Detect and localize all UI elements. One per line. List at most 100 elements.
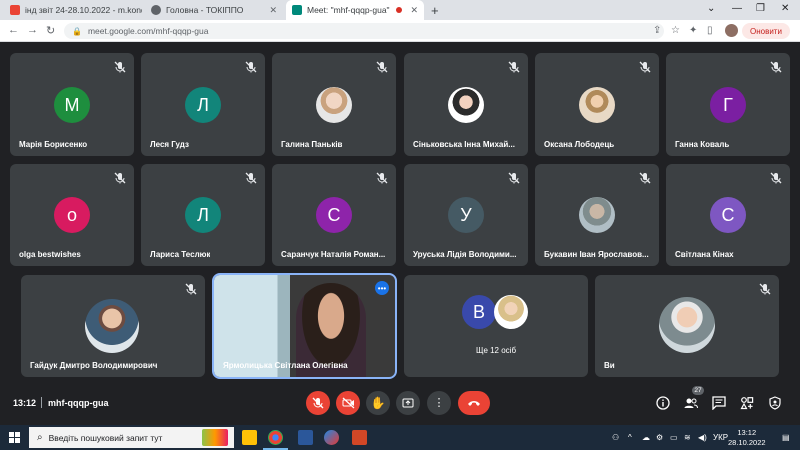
participant-tile[interactable]: Галина Паньків <box>272 53 396 156</box>
app-icon[interactable] <box>324 430 339 445</box>
participant-name: Саранчук Наталія Роман... <box>281 250 386 259</box>
participant-tile[interactable]: Сіньковська Інна Михай... <box>404 53 528 156</box>
mic-off-icon <box>508 61 520 73</box>
taskbar-search-input[interactable]: ⌕ Введіть пошуковий запит тут <box>29 427 234 448</box>
mic-toggle-button[interactable] <box>306 391 330 415</box>
battery-icon[interactable]: ▭ <box>670 433 678 442</box>
tab-tokippo[interactable]: Головна - ТОКІППО ✕ <box>145 0 283 20</box>
mic-off-icon <box>312 397 324 409</box>
windows-start-icon[interactable] <box>9 432 20 443</box>
volume-icon[interactable]: ◀) <box>698 433 707 442</box>
self-tile[interactable]: Ви <box>595 275 779 377</box>
share-icon[interactable]: ⇪ <box>653 25 661 36</box>
file-explorer-icon[interactable] <box>242 430 257 445</box>
close-window-icon[interactable]: ✕ <box>781 3 789 14</box>
participant-name: Ярмолицька Світлана Олегівна <box>223 361 348 370</box>
word-icon[interactable] <box>298 430 313 445</box>
search-icon: ⌕ <box>37 432 43 443</box>
meet-grid: М Марія Борисенко Л Леся Гудз Галина Пан… <box>0 42 800 425</box>
chat-icon[interactable] <box>712 396 726 410</box>
tab-search-icon[interactable]: ⌄ <box>707 3 715 14</box>
participant-tile-speaking[interactable]: ••• Ярмолицька Світлана Олегівна <box>212 273 397 379</box>
minimize-icon[interactable]: — <box>732 3 742 14</box>
tab-meet[interactable]: Meet: "mhf-qqqp-gua" ✕ <box>286 0 424 20</box>
wifi-icon[interactable]: ≋ <box>684 433 691 442</box>
participant-tile[interactable]: У Уруська Лідія Володими... <box>404 164 528 266</box>
avatar[interactable] <box>725 24 738 37</box>
host-controls-icon[interactable] <box>768 396 782 410</box>
mic-off-icon <box>245 172 257 184</box>
participant-tile[interactable]: М Марія Борисенко <box>10 53 134 156</box>
more-options-icon[interactable]: ••• <box>375 281 389 295</box>
participant-tile-overflow[interactable]: В Ще 12 осіб <box>404 275 588 377</box>
participant-tile[interactable]: Л Леся Гудз <box>141 53 265 156</box>
participant-name: Марія Борисенко <box>19 140 88 149</box>
participant-tile[interactable]: o olga bestwishes <box>10 164 134 266</box>
meet-control-bar: 13:12 mhf-qqqp-gua ✋ ⋮ <box>0 388 800 418</box>
participant-name: Уруська Лідія Володими... <box>413 250 517 259</box>
participant-tile[interactable]: Букавин Іван Ярославов... <box>535 164 659 266</box>
update-button[interactable]: Оновити <box>742 23 790 39</box>
participant-tile[interactable]: С Світлана Кінах <box>666 164 790 266</box>
globe-icon <box>151 5 161 15</box>
network-icon[interactable]: ☁ <box>642 433 650 442</box>
recording-icon <box>395 7 402 13</box>
side-panel-icon[interactable]: ▯ <box>707 25 713 36</box>
clock-time: 13:12 <box>737 428 757 437</box>
info-icon[interactable] <box>656 396 670 410</box>
new-tab-button[interactable]: + <box>431 3 439 18</box>
reload-icon[interactable]: ↻ <box>46 24 55 37</box>
forward-icon[interactable]: → <box>27 24 38 36</box>
close-icon[interactable]: ✕ <box>404 5 418 16</box>
settings-tray-icon[interactable]: ⚙ <box>656 433 663 442</box>
present-screen-button[interactable] <box>396 391 420 415</box>
language-indicator[interactable]: УКР <box>713 433 728 442</box>
tab-title: Meet: "mhf-qqqp-gua" <box>307 5 390 15</box>
chevron-up-icon[interactable]: ^ <box>628 433 632 442</box>
participant-name: olga bestwishes <box>19 250 81 259</box>
avatar: o <box>54 197 90 233</box>
raise-hand-button[interactable]: ✋ <box>366 391 390 415</box>
participant-tile[interactable]: Г Ганна Коваль <box>666 53 790 156</box>
url-text: meet.google.com/mhf-qqqp-gua <box>87 26 209 36</box>
participant-tile[interactable]: Л Лариса Теслюк <box>141 164 265 266</box>
participant-name: Ганна Коваль <box>675 140 730 149</box>
participant-tile[interactable]: Оксана Лободець <box>535 53 659 156</box>
participant-name: Світлана Кінах <box>675 250 734 259</box>
mic-off-icon <box>185 283 197 295</box>
leave-call-button[interactable] <box>458 391 490 415</box>
hand-icon: ✋ <box>370 396 386 410</box>
more-options-button[interactable]: ⋮ <box>427 391 451 415</box>
notifications-icon[interactable]: ▤ <box>782 433 790 442</box>
windows-taskbar: ⌕ Введіть пошуковий запит тут ⚇ ^ ☁ ⚙ ▭ … <box>0 425 800 450</box>
participant-tile[interactable]: Гайдук Дмитро Володимирович <box>21 275 205 377</box>
avatar: Л <box>185 197 221 233</box>
people-tray-icon[interactable]: ⚇ <box>612 433 619 442</box>
avatar: Л <box>185 87 221 123</box>
mic-off-icon <box>508 172 520 184</box>
restore-icon[interactable]: ❐ <box>756 3 765 14</box>
system-clock[interactable]: 13:12 28.10.2022 <box>728 428 766 448</box>
chrome-icon[interactable] <box>268 430 283 445</box>
mic-off-icon <box>759 283 771 295</box>
back-icon[interactable]: ← <box>8 24 19 36</box>
people-icon[interactable] <box>684 396 698 410</box>
mic-off-icon <box>770 172 782 184</box>
bookmark-star-icon[interactable]: ☆ <box>671 25 680 36</box>
mic-off-icon <box>376 172 388 184</box>
participant-tile[interactable]: С Саранчук Наталія Роман... <box>272 164 396 266</box>
camera-toggle-button[interactable] <box>336 391 360 415</box>
participant-name: Гайдук Дмитро Володимирович <box>30 361 158 370</box>
address-bar[interactable]: 🔒 meet.google.com/mhf-qqqp-gua <box>64 23 664 39</box>
tab-report[interactable]: інд звіт 24-28.10.2022 - m.kond... ✕ <box>4 0 142 20</box>
extensions-icon[interactable]: ✦ <box>689 25 697 36</box>
self-photo <box>659 297 715 353</box>
browser-toolbar: ← → ↻ 🔒 meet.google.com/mhf-qqqp-gua ⇪ ☆… <box>0 20 800 42</box>
meeting-code: mhf-qqqp-gua <box>48 398 109 408</box>
powerpoint-icon[interactable] <box>352 430 367 445</box>
close-icon[interactable]: ✕ <box>263 5 277 16</box>
activities-icon[interactable] <box>740 396 754 410</box>
participant-photo <box>85 299 139 353</box>
participants-count-badge: 27 <box>692 386 704 395</box>
meet-icon <box>292 5 302 15</box>
